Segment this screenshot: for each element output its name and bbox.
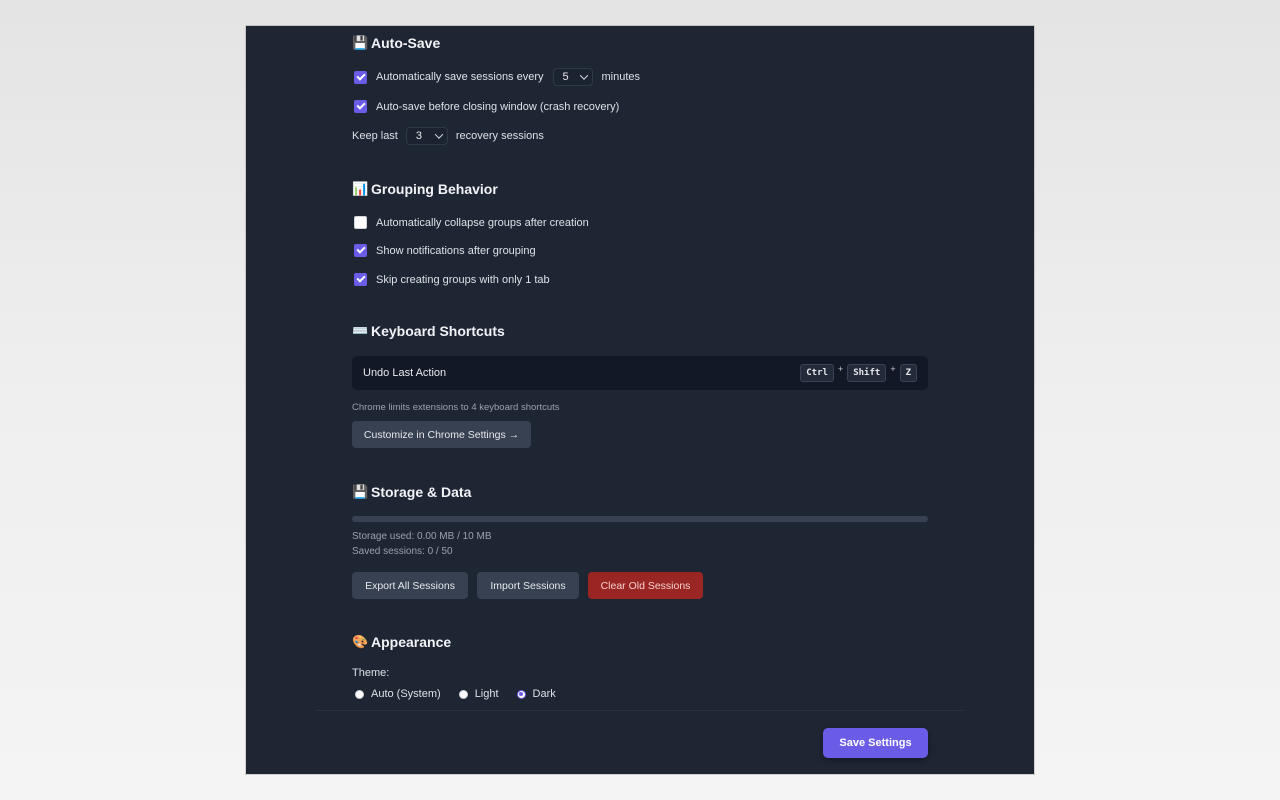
keyboard-icon: ⌨️ [352,323,369,338]
footer-divider [316,710,964,711]
settings-panel: 💾 Auto-Save Automatically save sessions … [246,26,1034,774]
chevron-down-icon [434,130,444,139]
palette-icon: 🎨 [352,634,369,649]
theme-option-dark[interactable]: Dark [514,688,556,700]
export-sessions-button[interactable]: Export All Sessions [352,572,468,599]
collapse-groups-row: Automatically collapse groups after crea… [352,214,589,231]
keep-recovery-select[interactable]: 3 [405,127,448,145]
auto-save-interval-value: 5 [562,71,569,83]
theme-radio-auto[interactable] [355,689,364,699]
theme-options: Auto (System) Light Dark [352,687,571,701]
save-settings-button[interactable]: Save Settings [823,728,928,758]
theme-label: Theme: [352,667,390,679]
skip-single-tab-row: Skip creating groups with only 1 tab [352,271,550,288]
undo-shortcut-label: Undo Last Action [363,367,447,379]
key-plus: + [890,364,896,374]
collapse-groups-checkbox[interactable] [354,216,367,229]
auto-save-interval-select[interactable]: 5 [552,68,593,86]
auto-save-interval-row: Automatically save sessions every 5 minu… [352,67,640,87]
theme-radio-light[interactable] [458,689,468,699]
auto-save-before-close-label: Auto-save before closing window (crash r… [376,100,620,113]
theme-radio-dark[interactable] [516,689,526,699]
collapse-groups-label: Automatically collapse groups after crea… [376,216,589,229]
bar-chart-icon: 📊 [352,181,369,196]
floppy-disk-icon: 💾 [352,35,369,50]
storage-heading: 💾 Storage & Data [352,484,471,500]
keep-recovery-row: Keep last 3 recovery sessions [352,126,544,146]
shortcuts-hint: Chrome limits extensions to 4 keyboard s… [352,402,560,413]
shortcuts-title: Keyboard Shortcuts [371,323,505,339]
key-shift: Shift [847,364,887,382]
storage-title: Storage & Data [371,484,472,500]
theme-option-light[interactable]: Light [456,688,499,700]
customize-shortcuts-button[interactable]: Customize in Chrome Settings → [352,421,531,448]
chevron-down-icon [579,71,588,80]
theme-option-label: Auto (System) [371,688,441,700]
key-ctrl: Ctrl [800,364,834,382]
theme-option-label: Light [474,688,499,700]
grouping-notifications-row: Show notifications after grouping [352,242,536,259]
auto-save-before-close-checkbox[interactable] [354,100,367,113]
theme-option-auto[interactable]: Auto (System) [352,688,441,700]
appearance-title: Appearance [371,634,452,650]
saved-sessions-text: Saved sessions: 0 / 50 [352,546,453,557]
keep-recovery-value: 3 [415,130,422,142]
skip-single-tab-label: Skip creating groups with only 1 tab [376,273,550,286]
clear-old-sessions-button[interactable]: Clear Old Sessions [588,572,703,599]
appearance-heading: 🎨 Appearance [352,634,451,650]
grouping-notifications-checkbox[interactable] [354,244,367,257]
auto-save-heading: 💾 Auto-Save [352,35,440,51]
theme-option-label: Dark [532,688,556,700]
floppy-disk-icon: 💾 [352,484,369,499]
grouping-notifications-label: Show notifications after grouping [376,244,536,257]
shortcuts-heading: ⌨️ Keyboard Shortcuts [352,323,505,339]
undo-shortcut-row: Undo Last Action Ctrl + Shift + Z [352,356,928,390]
storage-actions: Export All Sessions Import Sessions Clea… [352,572,703,599]
keep-last-label: Keep last [352,130,398,142]
auto-save-before-close-row: Auto-save before closing window (crash r… [352,98,619,115]
key-plus: + [837,364,844,374]
auto-save-interval-label: Automatically save sessions every [376,71,544,83]
auto-save-title: Auto-Save [371,35,441,51]
skip-single-tab-checkbox[interactable] [354,273,367,286]
grouping-heading: 📊 Grouping Behavior [352,181,498,197]
storage-used-text: Storage used: 0.00 MB / 10 MB [352,531,492,542]
undo-shortcut-keys: Ctrl + Shift + Z [800,364,917,382]
auto-save-interval-unit: minutes [601,71,641,83]
storage-progress-bar [352,516,928,522]
recovery-sessions-label: recovery sessions [455,130,544,142]
auto-save-interval-checkbox[interactable] [354,70,367,84]
key-z: Z [899,364,917,382]
import-sessions-button[interactable]: Import Sessions [477,572,579,599]
grouping-title: Grouping Behavior [371,181,498,197]
